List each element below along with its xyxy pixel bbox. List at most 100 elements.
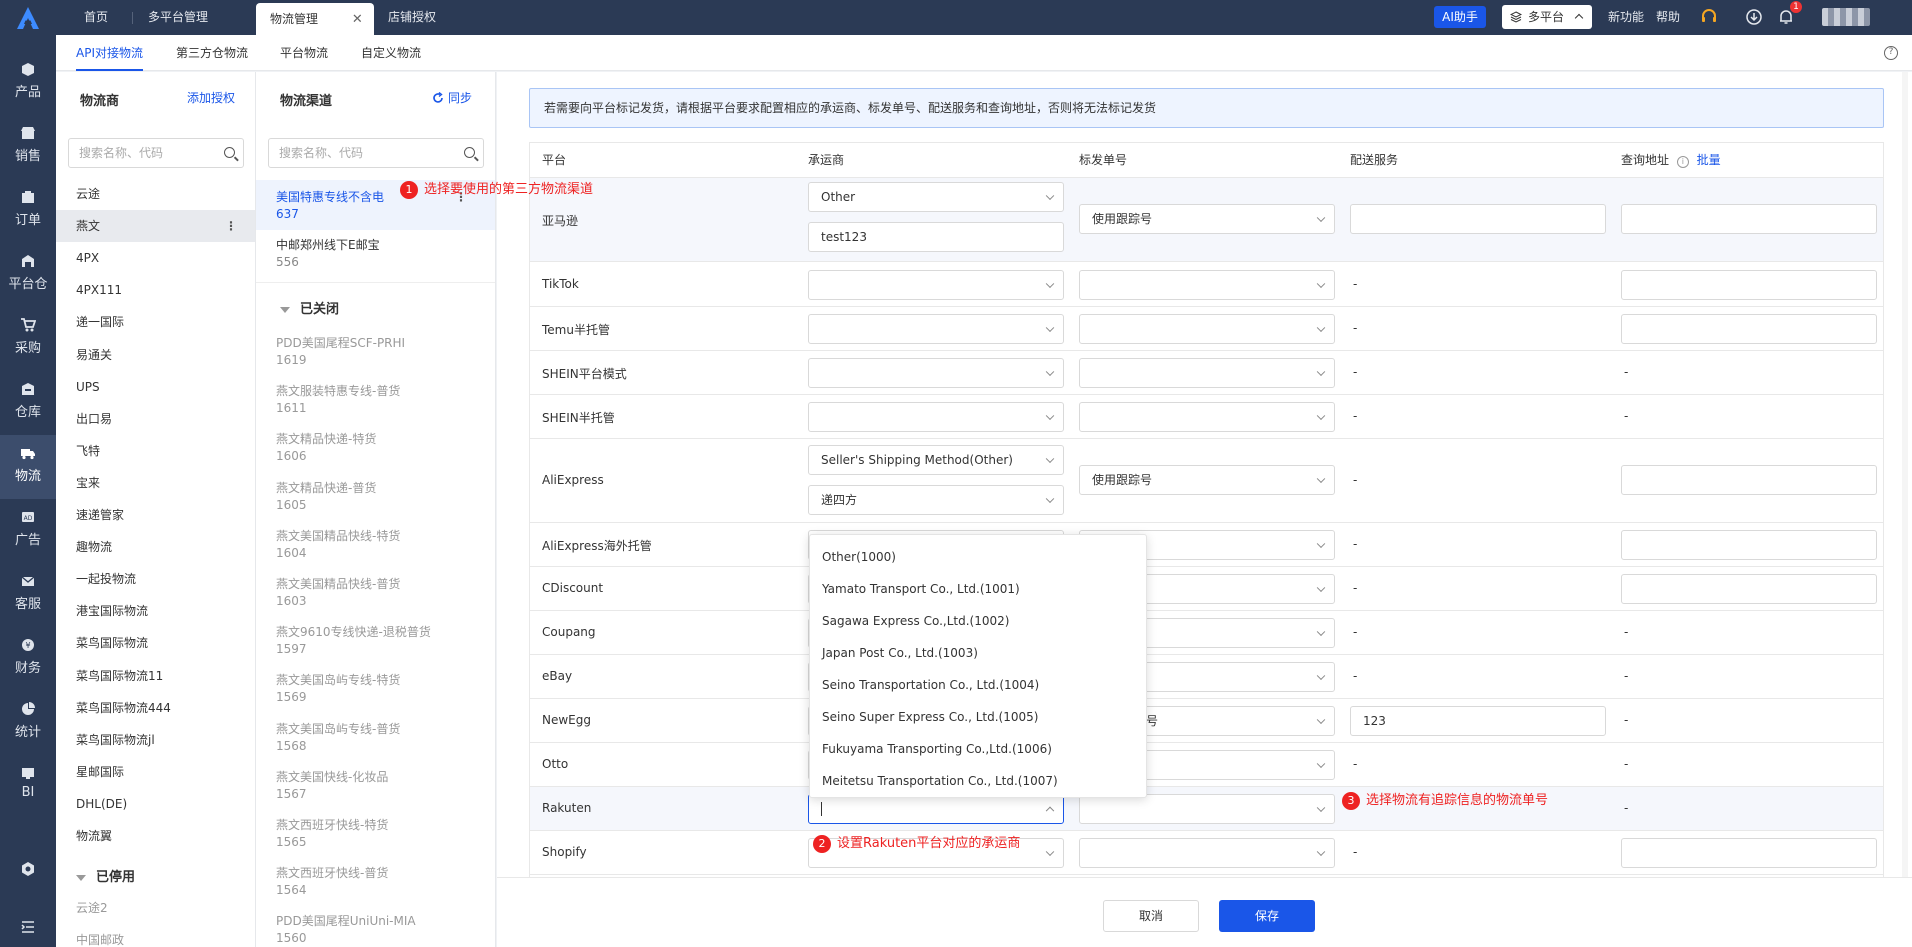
carrier-item[interactable]: 递一国际 — [56, 306, 255, 338]
tracking-select[interactable] — [1079, 270, 1335, 300]
search-icon[interactable] — [464, 147, 475, 158]
carrier-name-input[interactable]: test123 — [808, 222, 1064, 252]
closed-channel-item[interactable]: 燕文美国岛屿专线-特货 1569 — [256, 665, 495, 713]
closed-channel-item[interactable]: 燕文美国岛屿专线-普货 1568 — [256, 714, 495, 762]
help-link[interactable]: 帮助 — [1656, 0, 1680, 35]
carrier-item[interactable]: 云途 — [56, 178, 255, 210]
carrier-select[interactable] — [808, 402, 1064, 432]
nav-item-bi[interactable]: BI — [0, 755, 56, 819]
closed-channel-item[interactable]: PDD美国尾程UniUni-MIA 1560 — [256, 906, 495, 947]
settings-icon[interactable] — [20, 861, 36, 877]
info-icon[interactable]: i — [1676, 156, 1689, 168]
download-icon[interactable] — [1745, 8, 1763, 26]
vertical-scrollbar[interactable] — [1902, 72, 1908, 947]
closed-channel-item[interactable]: 燕文美国精品快线-普货 1603 — [256, 569, 495, 617]
dropdown-option[interactable]: Meitetsu Transportation Co., Ltd.(1007) — [810, 765, 1146, 797]
tracking-select[interactable] — [1079, 794, 1335, 824]
disabled-carrier-item[interactable]: 中国邮政 — [56, 924, 255, 947]
carrier-item[interactable]: 易通关 — [56, 339, 255, 371]
subtab-platform-logistics[interactable]: 平台物流 — [280, 35, 328, 71]
menu-collapse-icon[interactable] — [20, 919, 36, 935]
dropdown-option[interactable]: Yamato Transport Co., Ltd.(1001) — [810, 573, 1146, 605]
tracking-select[interactable] — [1079, 314, 1335, 344]
carrier-select-active[interactable] — [808, 794, 1064, 824]
closed-channel-item[interactable]: PDD美国尾程SCF-PRHI 1619 — [256, 328, 495, 376]
dropdown-option[interactable]: Fukuyama Transporting Co.,Ltd.(1006) — [810, 733, 1146, 765]
carrier-select[interactable]: Other — [808, 182, 1064, 212]
close-icon[interactable]: ✕ — [352, 12, 363, 27]
carrier-search-input[interactable]: 搜索名称、代码 — [68, 138, 244, 168]
tracking-select[interactable] — [1079, 838, 1335, 868]
nav-item-platform-warehouse[interactable]: 平台仓 — [0, 243, 56, 307]
help-icon[interactable]: ? — [1884, 46, 1898, 60]
nav-item-warehouse[interactable]: 仓库 — [0, 371, 56, 435]
tracking-select[interactable] — [1079, 402, 1335, 432]
nav-item-service[interactable]: 客服 — [0, 563, 56, 627]
add-auth-link[interactable]: 添加授权 — [187, 89, 235, 106]
carrier-item[interactable]: 港宝国际物流 — [56, 595, 255, 627]
carrier-item[interactable]: UPS — [56, 371, 255, 403]
cancel-button[interactable]: 取消 — [1103, 900, 1199, 932]
carrier-select[interactable] — [808, 358, 1064, 388]
ai-assistant-button[interactable]: AI助手 — [1434, 6, 1486, 28]
carrier-item[interactable]: 菜鸟国际物流 — [56, 627, 255, 659]
tab-multi-platform[interactable]: 多平台管理 — [134, 0, 222, 35]
carrier-item[interactable]: 物流翼 — [56, 820, 255, 852]
carrier-item[interactable]: 飞特 — [56, 435, 255, 467]
closed-channel-item[interactable]: 燕文美国快线-化妆品 1567 — [256, 762, 495, 810]
carrier-item[interactable]: 宝来 — [56, 467, 255, 499]
nav-item-ads[interactable]: AD 广告 — [0, 499, 56, 563]
query-url-input[interactable] — [1621, 838, 1877, 868]
dropdown-option[interactable]: Japan Post Co., Ltd.(1003) — [810, 637, 1146, 669]
query-url-input[interactable] — [1621, 270, 1877, 300]
more-icon[interactable]: ⋮ — [225, 210, 237, 242]
new-features-link[interactable]: 新功能 — [1608, 0, 1644, 35]
nav-item-stats[interactable]: 统计 — [0, 691, 56, 755]
dropdown-option[interactable]: Seino Super Express Co., Ltd.(1005) — [810, 701, 1146, 733]
tab-home[interactable]: 首页 — [70, 0, 122, 35]
tab-logistics[interactable]: 物流管理 ✕ — [256, 3, 374, 35]
carrier-item[interactable]: 菜鸟国际物流jl — [56, 724, 255, 756]
carrier-item[interactable]: 一起投物流 — [56, 563, 255, 595]
nav-item-purchase[interactable]: 采购 — [0, 307, 56, 371]
carrier-item[interactable]: 菜鸟国际物流11 — [56, 660, 255, 692]
closed-channel-item[interactable]: 燕文精品快递-特货 1606 — [256, 424, 495, 472]
query-url-input[interactable] — [1621, 530, 1877, 560]
batch-link[interactable]: 批量 — [1697, 153, 1721, 167]
carrier-select[interactable] — [808, 314, 1064, 344]
logo-icon[interactable] — [0, 0, 56, 35]
tracking-select[interactable]: 使用跟踪号 — [1079, 204, 1335, 234]
nav-item-logistics[interactable]: 物流 — [0, 435, 56, 499]
carrier-sub-select[interactable]: 递四方 — [808, 485, 1064, 515]
subtab-api-logistics[interactable]: API对接物流 — [76, 35, 143, 71]
query-url-input[interactable] — [1621, 574, 1877, 604]
closed-channel-item[interactable]: 燕文9610专线快递-退税普货 1597 — [256, 617, 495, 665]
search-icon[interactable] — [224, 147, 235, 158]
carrier-item[interactable]: 速递管家 — [56, 499, 255, 531]
query-url-input[interactable] — [1621, 204, 1877, 234]
nav-item-orders[interactable]: 订单 — [0, 179, 56, 243]
service-input[interactable] — [1350, 204, 1606, 234]
carrier-select[interactable]: Seller's Shipping Method(Other) — [808, 445, 1064, 475]
channel-search-input[interactable]: 搜索名称、代码 — [268, 138, 484, 168]
carrier-select[interactable] — [808, 270, 1064, 300]
closed-section-header[interactable]: 已关闭 — [280, 298, 339, 317]
carrier-item[interactable]: 菜鸟国际物流444 — [56, 692, 255, 724]
closed-channel-item[interactable]: 燕文美国精品快线-特货 1604 — [256, 521, 495, 569]
headset-icon[interactable] — [1700, 8, 1718, 26]
carrier-item[interactable]: 4PX — [56, 242, 255, 274]
closed-channel-item[interactable]: 燕文精品快递-普货 1605 — [256, 473, 495, 521]
subtab-third-party-warehouse[interactable]: 第三方仓物流 — [176, 35, 248, 71]
save-button[interactable]: 保存 — [1219, 900, 1315, 932]
carrier-item[interactable]: DHL(DE) — [56, 788, 255, 820]
disabled-carrier-item[interactable]: 云途2 — [56, 892, 255, 924]
service-input[interactable]: 123 — [1350, 706, 1606, 736]
nav-item-sales[interactable]: 销售 — [0, 115, 56, 179]
carrier-item[interactable]: 星邮国际 — [56, 756, 255, 788]
closed-channel-item[interactable]: 燕文西班牙快线-特货 1565 — [256, 810, 495, 858]
avatar[interactable] — [1822, 8, 1870, 26]
query-url-input[interactable] — [1621, 465, 1877, 495]
channel-item[interactable]: 中邮郑州线下E邮宝 556 — [256, 230, 495, 278]
nav-item-finance[interactable]: ¥ 财务 — [0, 627, 56, 691]
carrier-item[interactable]: 4PX111 — [56, 274, 255, 306]
